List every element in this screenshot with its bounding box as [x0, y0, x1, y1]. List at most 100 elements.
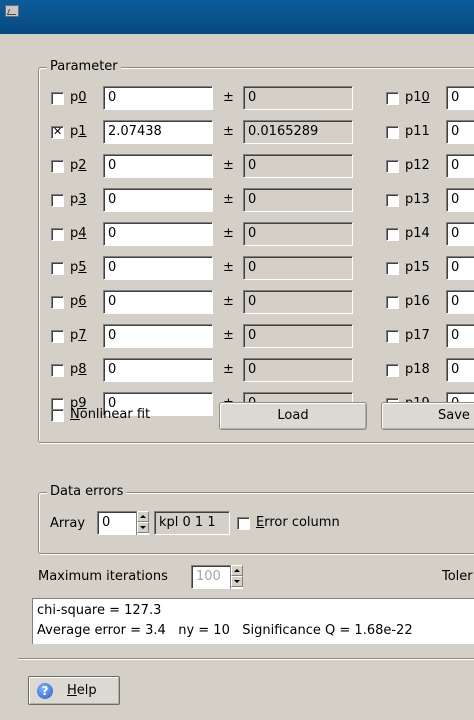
param-p6-label: p6 [70, 294, 87, 309]
kpl-text: kpl 0 1 1 [159, 515, 216, 530]
max-iterations-down-icon[interactable] [231, 576, 243, 587]
param-p7-checkbox[interactable] [51, 330, 64, 343]
param-p2-value-field[interactable]: 0 [103, 154, 213, 178]
param-p3-error-field: 0 [243, 188, 353, 212]
param-p16-value-field[interactable]: 0 [446, 290, 474, 314]
param-p8-value-field[interactable]: 0 [103, 358, 213, 382]
param-p2-checkbox[interactable] [51, 160, 64, 173]
max-iterations-up-icon[interactable] [231, 565, 243, 576]
param-p16-checkbox[interactable] [386, 296, 399, 309]
param-p3-value-field[interactable]: 0 [103, 188, 213, 212]
param-p1-checkbox[interactable] [51, 124, 64, 140]
nonlinear-fit-label: Nonlinear fit [70, 407, 151, 422]
param-p10-label: p10 [405, 90, 430, 105]
param-p14-label: p14 [405, 226, 430, 241]
param-p11-checkbox[interactable] [386, 126, 399, 139]
param-p10-checkbox[interactable] [386, 92, 399, 105]
param-p3-checkbox[interactable] [51, 194, 64, 207]
param-p5-value-field[interactable]: 0 [103, 256, 213, 280]
app-icon [5, 5, 19, 17]
param-p18-checkbox[interactable] [386, 364, 399, 377]
param-p8-label: p8 [70, 362, 87, 377]
param-p8-plusminus: ± [223, 362, 234, 377]
help-icon: ? [37, 683, 53, 699]
max-iterations-spin-buttons[interactable] [230, 565, 243, 589]
param-p5-error-field: 0 [243, 256, 353, 280]
param-p6-plusminus: ± [223, 294, 234, 309]
param-p15-value-field[interactable]: 0 [446, 256, 474, 280]
param-p5-plusminus: ± [223, 260, 234, 275]
param-p1-label: p1 [70, 124, 87, 139]
param-p7-error-field: 0 [243, 324, 353, 348]
param-p0-label: p0 [70, 90, 87, 105]
help-button[interactable]: ? Help [28, 676, 120, 705]
param-p17-value-field[interactable]: 0 [446, 324, 474, 348]
param-p4-checkbox[interactable] [51, 228, 64, 241]
load-button[interactable]: Load [219, 402, 367, 430]
param-p14-checkbox[interactable] [386, 228, 399, 241]
array-value: 0 [102, 515, 111, 530]
kpl-field: kpl 0 1 1 [154, 511, 230, 535]
param-p7-plusminus: ± [223, 328, 234, 343]
param-p0-checkbox[interactable] [51, 92, 64, 105]
param-p2-plusminus: ± [223, 158, 234, 173]
average-error-line: Average error = 3.4 ny = 10 Significance… [37, 623, 413, 638]
param-p2-error-field: 0 [243, 154, 353, 178]
param-p0-value-field[interactable]: 0 [103, 86, 213, 110]
load-button-label: Load [277, 408, 309, 423]
max-iterations-label: Maximum iterations [38, 569, 168, 584]
param-p17-label: p17 [405, 328, 430, 343]
array-label: Array [50, 516, 86, 531]
param-p16-label: p16 [405, 294, 430, 309]
param-p7-label: p7 [70, 328, 87, 343]
param-p13-value-field[interactable]: 0 [446, 188, 474, 212]
param-p4-plusminus: ± [223, 226, 234, 241]
save-button[interactable]: Save [381, 402, 474, 430]
param-p1-error-field: 0.0165289 [243, 120, 353, 144]
param-p1-plusminus: ± [223, 124, 234, 139]
param-p5-label: p5 [70, 260, 87, 275]
error-column-checkbox[interactable] [237, 517, 250, 530]
param-p2-label: p2 [70, 158, 87, 173]
param-p0-error-field: 0 [243, 86, 353, 110]
param-p12-value-field[interactable]: 0 [446, 154, 474, 178]
param-p12-label: p12 [405, 158, 430, 173]
param-p14-value-field[interactable]: 0 [446, 222, 474, 246]
param-p18-value-field[interactable]: 0 [446, 358, 474, 382]
array-spin-up-icon[interactable] [137, 511, 149, 522]
param-p1-value-field[interactable]: 2.07438 [103, 120, 213, 144]
param-p6-checkbox[interactable] [51, 296, 64, 309]
save-button-label: Save [438, 408, 470, 423]
param-p3-label: p3 [70, 192, 87, 207]
param-p6-value-field[interactable]: 0 [103, 290, 213, 314]
param-p4-error-field: 0 [243, 222, 353, 246]
param-p0-plusminus: ± [223, 90, 234, 105]
param-p6-error-field: 0 [243, 290, 353, 314]
separator [18, 658, 474, 660]
param-p7-value-field[interactable]: 0 [103, 324, 213, 348]
array-spin-buttons[interactable] [136, 511, 149, 535]
param-p13-checkbox[interactable] [386, 194, 399, 207]
param-p4-label: p4 [70, 226, 87, 241]
param-p5-checkbox[interactable] [51, 262, 64, 275]
param-p15-label: p15 [405, 260, 430, 275]
param-p4-value-field[interactable]: 0 [103, 222, 213, 246]
help-button-label: Help [67, 683, 97, 698]
param-p18-label: p18 [405, 362, 430, 377]
param-p11-label: p11 [405, 124, 430, 139]
param-p13-label: p13 [405, 192, 430, 207]
param-p8-error-field: 0 [243, 358, 353, 382]
tolerance-label: Toler [442, 569, 473, 584]
param-p11-value-field[interactable]: 0 [446, 120, 474, 144]
array-spin-down-icon[interactable] [137, 522, 149, 533]
param-p12-checkbox[interactable] [386, 160, 399, 173]
max-iterations-value: 100 [196, 569, 221, 584]
parameter-group-title: Parameter [47, 59, 121, 75]
nonlinear-fit-checkbox[interactable] [51, 409, 64, 422]
window-titlebar[interactable] [0, 0, 474, 34]
param-p10-value-field[interactable]: 0 [446, 86, 474, 110]
param-p17-checkbox[interactable] [386, 330, 399, 343]
param-p8-checkbox[interactable] [51, 364, 64, 377]
param-p15-checkbox[interactable] [386, 262, 399, 275]
data-errors-group-title: Data errors [47, 484, 127, 500]
